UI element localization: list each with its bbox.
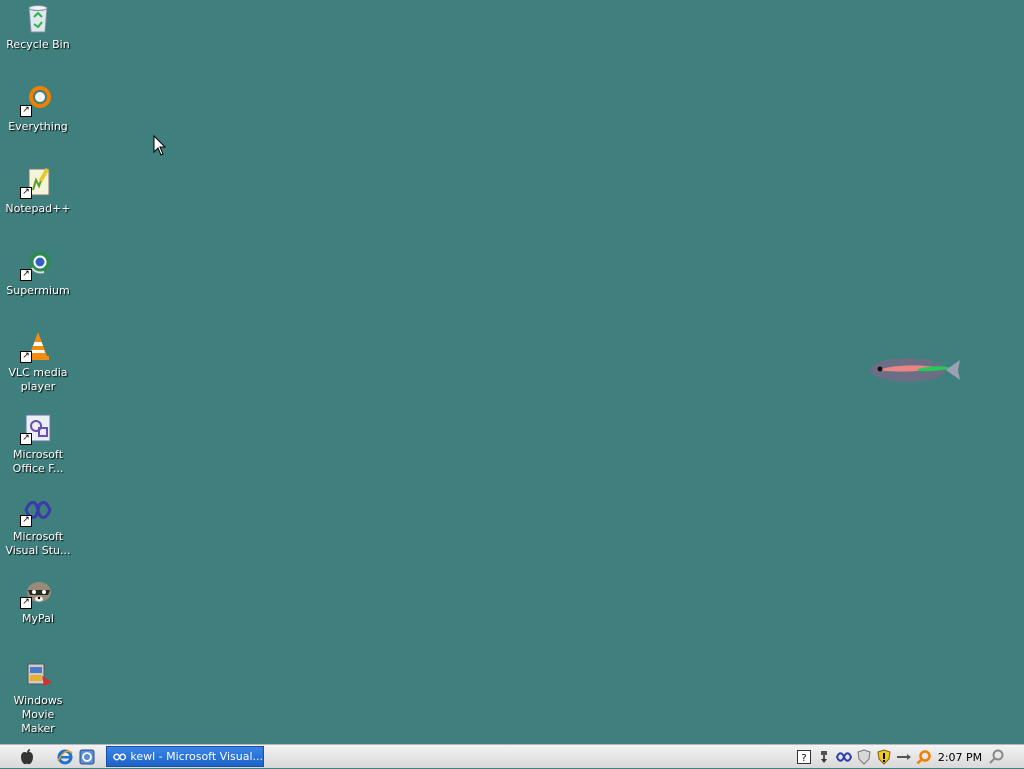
system-clock[interactable]: 2:07 PM — [934, 745, 986, 769]
shield-icon[interactable] — [856, 749, 872, 765]
desktop[interactable]: Recycle Bin ↗ Everything ↗ Notepad++ ↗ S… — [0, 0, 1024, 744]
desktop-icon-mypal[interactable]: ↗ MyPal — [4, 576, 72, 626]
search-icon[interactable] — [988, 748, 1006, 766]
desktop-icon-everything[interactable]: ↗ Everything — [4, 84, 72, 134]
taskbar-button-label: kewl - Microsoft Visual... — [130, 750, 263, 763]
desktop-icon-label: Supermium — [6, 284, 70, 297]
desktop-icon-label: Microsoft Office F... — [12, 448, 64, 475]
mouse-cursor-icon — [153, 135, 167, 156]
apple-logo-icon — [21, 749, 33, 765]
desktop-icon-label: VLC media player — [8, 366, 68, 393]
security-center-icon[interactable] — [876, 749, 892, 765]
movie-maker-icon — [22, 658, 54, 690]
shortcut-arrow-icon: ↗ — [20, 351, 32, 363]
svg-text:?: ? — [801, 753, 806, 764]
desktop-icon-label: Notepad++ — [5, 202, 71, 215]
vlc-cone-icon: ↗ — [20, 330, 54, 363]
connection-icon[interactable] — [896, 749, 912, 765]
shortcut-arrow-icon: ↗ — [20, 433, 32, 445]
desktop-icon-notepadpp[interactable]: ↗ Notepad++ — [4, 166, 72, 216]
start-button[interactable] — [14, 748, 40, 766]
quick-launch-internet-explorer[interactable] — [56, 748, 74, 766]
desktop-icon-supermium[interactable]: ↗ Supermium — [4, 248, 72, 298]
shortcut-arrow-icon: ↗ — [20, 269, 32, 281]
quick-launch-browser[interactable] — [78, 748, 96, 766]
visual-studio-tray-icon[interactable] — [836, 749, 852, 765]
internet-explorer-icon — [57, 749, 73, 765]
shortcut-arrow-icon: ↗ — [20, 187, 32, 199]
desktop-icon-label: Recycle Bin — [6, 38, 70, 51]
visual-studio-icon — [113, 753, 127, 760]
desktop-icon-label: Windows Movie Maker — [13, 694, 63, 735]
desktop-icon-recycle-bin[interactable]: Recycle Bin — [4, 2, 72, 52]
system-tray: ? — [796, 745, 936, 769]
taskbar: kewl - Microsoft Visual... ? 2:07 PM — [0, 744, 1024, 768]
help-icon[interactable]: ? — [796, 749, 812, 765]
shortcut-arrow-icon: ↗ — [20, 105, 32, 117]
desktop-icon-movie-maker[interactable]: Windows Movie Maker — [4, 658, 72, 736]
supermium-browser-icon: ↗ — [20, 248, 54, 281]
desktop-icon-visual-studio[interactable]: ↗ Microsoft Visual Stu... — [4, 494, 72, 558]
search-orange-icon[interactable] — [916, 749, 932, 765]
network-icon[interactable] — [816, 749, 832, 765]
everything-search-icon: ↗ — [20, 84, 54, 117]
visual-studio-icon: ↗ — [20, 494, 54, 527]
recycle-bin-icon — [22, 2, 54, 34]
shortcut-arrow-icon: ↗ — [20, 597, 32, 609]
fish-icon[interactable] — [866, 350, 962, 390]
desktop-icon-label: MyPal — [22, 612, 54, 625]
desktop-icon-label: Everything — [8, 120, 68, 133]
mypal-raccoon-icon: ↗ — [20, 576, 54, 609]
taskbar-button-visual-studio[interactable]: kewl - Microsoft Visual... — [106, 746, 264, 767]
notepadpp-icon: ↗ — [20, 166, 54, 199]
desktop-icon-label: Microsoft Visual Stu... — [5, 530, 71, 557]
browser-icon — [79, 749, 95, 765]
desktop-icon-office[interactable]: ↗ Microsoft Office F... — [4, 412, 72, 476]
desktop-icon-vlc[interactable]: ↗ VLC media player — [4, 330, 72, 394]
shortcut-arrow-icon: ↗ — [20, 515, 32, 527]
office-icon: ↗ — [20, 412, 54, 445]
